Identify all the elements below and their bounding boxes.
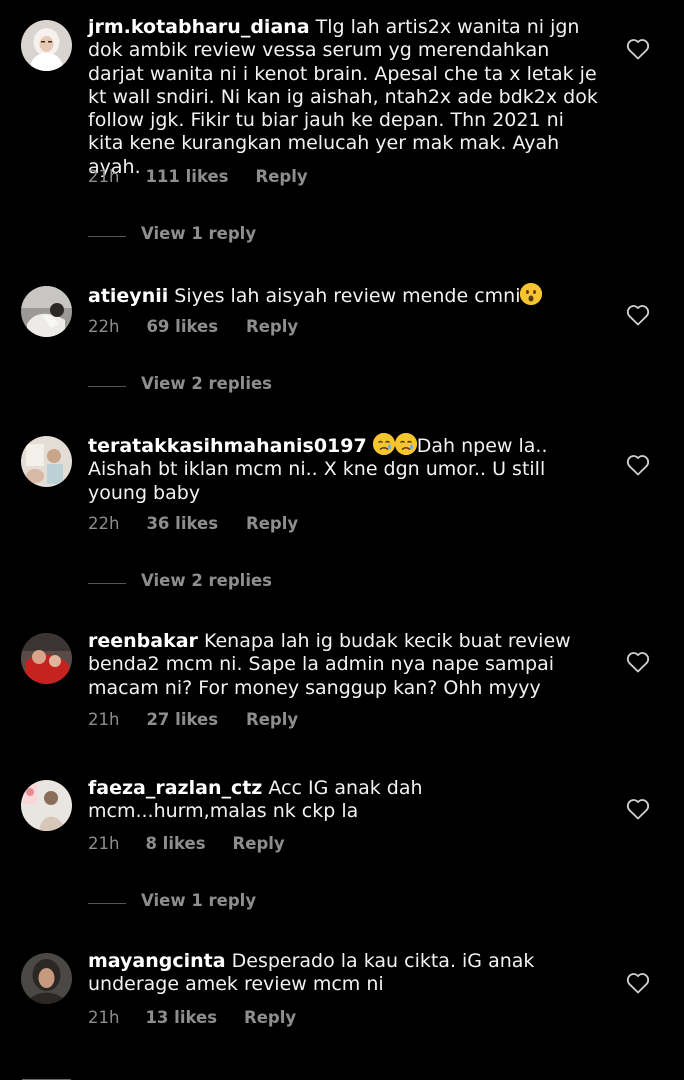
comment-meta: 22h 36 likes Reply <box>88 514 298 533</box>
comment-time: 21h <box>88 710 120 729</box>
avatar[interactable] <box>21 780 72 831</box>
heart-outline-icon[interactable] <box>626 454 650 476</box>
hushed-face-emoji <box>520 283 543 305</box>
avatar[interactable] <box>21 436 72 487</box>
comment-text: mayangcinta Desperado la kau cikta. iG a… <box>88 950 598 997</box>
heart-outline-icon[interactable] <box>626 38 650 60</box>
comment-text: jrm.kotabharu_diana Tlg lah artis2x wani… <box>88 16 598 179</box>
comment-text: faeza_razlan_ctz Acc IG anak dah mcm...h… <box>88 777 598 824</box>
replies-divider <box>88 236 126 237</box>
comment-meta: 21h 13 likes Reply <box>88 1008 296 1027</box>
comment-username[interactable]: reenbakar <box>88 630 198 652</box>
comment-body: Tlg lah artis2x wanita ni jgn dok ambik … <box>88 16 598 178</box>
reply-button[interactable]: Reply <box>256 167 308 186</box>
comment-meta: 21h 27 likes Reply <box>88 710 298 729</box>
comment-meta: 21h 8 likes Reply <box>88 834 285 853</box>
comment-meta: 22h 69 likes Reply <box>88 317 298 336</box>
comment-time: 21h <box>88 834 120 853</box>
comment-likes[interactable]: 13 likes <box>145 1008 217 1027</box>
comment-likes[interactable]: 27 likes <box>146 710 218 729</box>
avatar[interactable] <box>21 633 72 684</box>
avatar[interactable] <box>21 953 72 1004</box>
reply-button[interactable]: Reply <box>246 710 298 729</box>
view-replies-label: View 1 reply <box>141 891 257 910</box>
comment-time: 21h <box>88 167 120 186</box>
comment-likes[interactable]: 69 likes <box>146 317 218 336</box>
heart-outline-icon[interactable] <box>626 651 650 673</box>
crying-face-emoji <box>394 433 417 455</box>
view-replies-label: View 2 replies <box>141 571 273 590</box>
comment-body: Siyes lah aisyah review mende cmni <box>174 285 521 307</box>
comment-likes[interactable]: 8 likes <box>145 834 205 853</box>
view-replies-label: View 1 reply <box>141 224 257 243</box>
heart-outline-icon[interactable] <box>626 798 650 820</box>
comment-item-partial <box>0 1072 684 1080</box>
comment-time: 21h <box>88 1008 120 1027</box>
avatar[interactable] <box>21 20 72 71</box>
avatar[interactable] <box>21 286 72 337</box>
comment-username[interactable]: mayangcinta <box>88 950 226 972</box>
comment-time: 22h <box>88 514 120 533</box>
comment-meta: 21h 111 likes Reply <box>88 167 308 186</box>
replies-divider <box>88 903 126 904</box>
comment-likes[interactable]: 36 likes <box>146 514 218 533</box>
heart-outline-icon[interactable] <box>626 304 650 326</box>
replies-divider <box>88 386 126 387</box>
reply-button[interactable]: Reply <box>233 834 285 853</box>
comment-username[interactable]: teratakkasihmahanis0197 <box>88 435 367 457</box>
replies-divider <box>88 583 126 584</box>
reply-button[interactable]: Reply <box>246 514 298 533</box>
comment-likes[interactable]: 111 likes <box>145 167 228 186</box>
reply-button[interactable]: Reply <box>244 1008 296 1027</box>
comment-username[interactable]: atieynii <box>88 285 168 307</box>
comment-username[interactable]: jrm.kotabharu_diana <box>88 16 310 38</box>
comment-text: teratakkasihmahanis0197 Dah npew la.. Ai… <box>88 433 598 505</box>
comment-text: atieynii Siyes lah aisyah review mende c… <box>88 283 598 308</box>
view-replies-label: View 2 replies <box>141 374 273 393</box>
comment-text: reenbakar Kenapa lah ig budak kecik buat… <box>88 630 598 700</box>
heart-outline-icon[interactable] <box>626 972 650 994</box>
reply-button[interactable]: Reply <box>246 317 298 336</box>
comment-username[interactable]: faeza_razlan_ctz <box>88 777 262 799</box>
crying-face-emoji <box>372 433 395 455</box>
comment-time: 22h <box>88 317 120 336</box>
